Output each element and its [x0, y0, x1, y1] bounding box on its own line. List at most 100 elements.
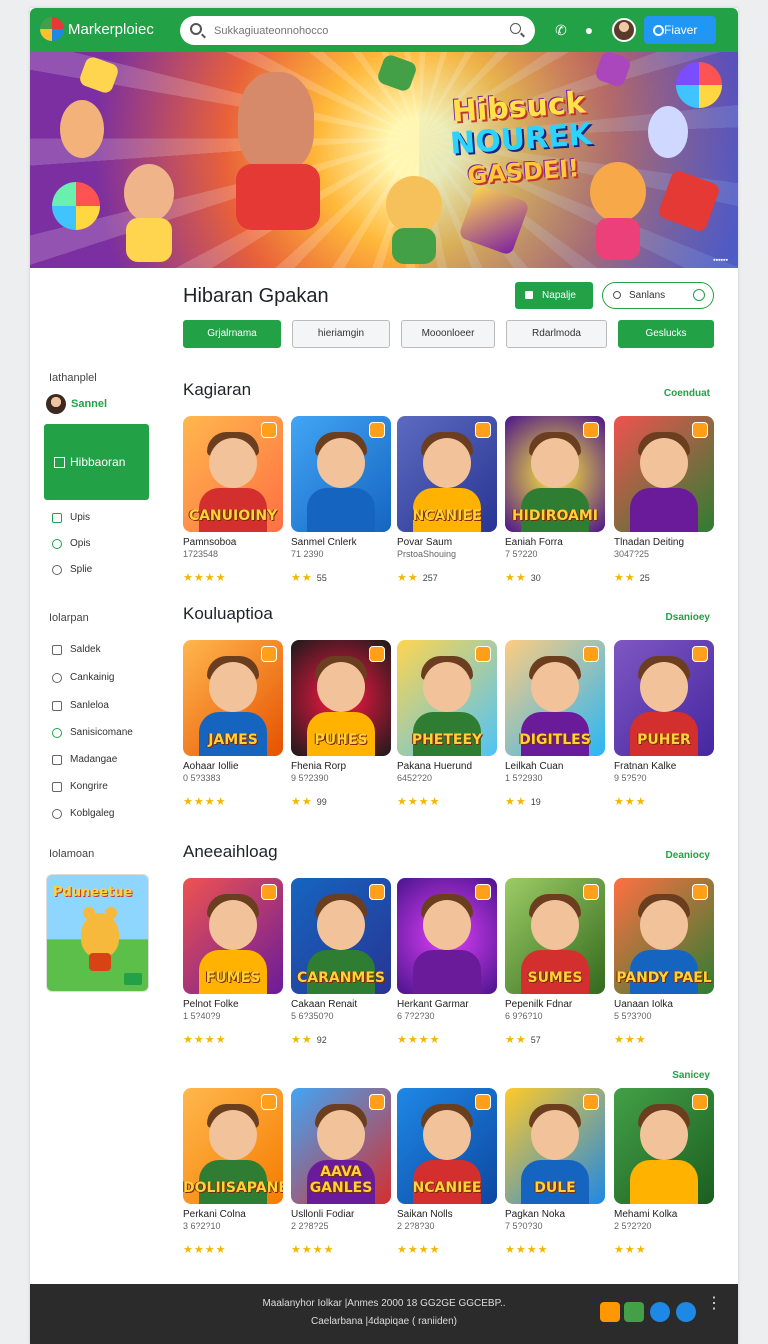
game-thumbnail[interactable] — [291, 416, 391, 532]
rating-stars: ★★★ — [614, 1244, 647, 1256]
sidebar-item-upis[interactable]: Upis — [50, 510, 90, 526]
game-title[interactable]: Tlnadan Deiting — [614, 537, 684, 548]
app-logo-icon[interactable] — [40, 17, 64, 41]
phone-icon[interactable]: ✆ — [552, 21, 570, 39]
game-thumbnail[interactable]: HIDIROAMI — [505, 416, 605, 532]
section-see-all-link[interactable]: Sanicey — [672, 1070, 710, 1081]
sidebar-item-cankainig[interactable]: Cankainig — [50, 670, 114, 686]
character-shirt — [307, 488, 375, 532]
game-title[interactable]: Pepenilk Fdnar — [505, 999, 572, 1010]
sidebar-promo-card[interactable]: Pduneetue — [46, 874, 149, 992]
character-face — [317, 1110, 365, 1160]
chip-rdarlmoda[interactable]: Rdarlmoda — [506, 320, 607, 348]
chat-icon[interactable]: ● — [580, 21, 598, 39]
game-thumbnail[interactable]: NCANIEE — [397, 1088, 497, 1204]
section-see-all-link[interactable]: Deaniocy — [666, 850, 710, 861]
game-meta: 7 5?220 — [505, 549, 538, 559]
game-thumbnail[interactable]: PUHES — [291, 640, 391, 756]
game-badge-icon — [475, 1094, 491, 1110]
chip-grjalrnama[interactable]: Grjalrnama — [183, 320, 281, 348]
game-rating: ★★★★ — [397, 1033, 444, 1046]
game-title[interactable]: Eaniah Forra — [505, 537, 563, 548]
game-thumbnail[interactable]: FUMES — [183, 878, 283, 994]
sidebar-item-madangae[interactable]: Madangae — [50, 752, 117, 768]
chip-hieriamgin[interactable]: hieriamgin — [292, 320, 390, 348]
game-thumbnail[interactable]: AAVA GANLES — [291, 1088, 391, 1204]
sidebar-item-label: Splie — [70, 564, 93, 575]
sidebar-item-active[interactable]: Hibbaoran — [44, 424, 149, 500]
game-thumbnail[interactable]: CARANMES — [291, 878, 391, 994]
more-menu-icon[interactable]: ⋮ — [706, 1296, 722, 1312]
game-thumbnail[interactable] — [397, 878, 497, 994]
game-thumbnail[interactable]: DULE — [505, 1088, 605, 1204]
game-rating: ★★★ — [614, 1243, 651, 1256]
game-title[interactable]: Uanaan Iolka — [614, 999, 673, 1010]
game-thumbnail[interactable]: CANUIOINY — [183, 416, 283, 532]
hero-banner[interactable]: Hibsuck NOUREK GASDEI! ▪▪▪▪▪▪ — [30, 52, 738, 268]
sidebar-item-kongrire[interactable]: Kongrire — [50, 779, 108, 795]
chip-mooonloeer[interactable]: Mooonloeer — [401, 320, 495, 348]
section-see-all-link[interactable]: Dsanioey — [666, 612, 710, 623]
character-face — [209, 1110, 257, 1160]
favorite-button[interactable]: Fiaver — [644, 16, 716, 44]
chip-geslucks[interactable]: Geslucks — [618, 320, 714, 348]
search-filter-button[interactable]: Sanlans — [602, 282, 714, 309]
game-thumbnail[interactable]: SUMES — [505, 878, 605, 994]
game-meta: 6452?20 — [397, 773, 433, 783]
game-thumbnail[interactable]: PANDY PAEL — [614, 878, 714, 994]
sidebar-item-sanisicomane[interactable]: Sanisicomane — [50, 725, 133, 741]
sidebar-user[interactable]: Sannel — [46, 394, 107, 414]
game-meta: 1 5?40?9 — [183, 1011, 221, 1021]
character-shirt — [630, 1160, 698, 1204]
napalje-button[interactable]: Napalje — [515, 282, 593, 309]
game-thumbnail[interactable]: JAMES — [183, 640, 283, 756]
brand-name[interactable]: Markerploiec — [68, 21, 154, 38]
game-title[interactable]: Herkant Garmar — [397, 999, 469, 1010]
game-title[interactable]: Mehami Kolka — [614, 1209, 677, 1220]
game-meta: 9 5?2390 — [291, 773, 329, 783]
sidebar-item-sanleloa[interactable]: Sanleloa — [50, 698, 109, 714]
section-see-all-link[interactable]: Coenduat — [664, 388, 710, 399]
game-title[interactable]: Fhenia Rorp — [291, 761, 346, 772]
sidebar-item-saldek[interactable]: Saldek — [50, 642, 101, 658]
user-avatar[interactable] — [612, 18, 636, 42]
game-thumbnail[interactable]: PUHER — [614, 640, 714, 756]
game-title[interactable]: Povar Saum — [397, 537, 452, 548]
game-thumbnail[interactable]: DIGITLES — [505, 640, 605, 756]
game-title[interactable]: Leilkah Cuan — [505, 761, 563, 772]
game-meta: 6 9?6?10 — [505, 1011, 543, 1021]
sidebar-item-opis[interactable]: Opis — [50, 536, 91, 552]
game-thumbnail[interactable] — [614, 1088, 714, 1204]
search-bar[interactable] — [180, 16, 535, 45]
search-submit-icon[interactable] — [510, 23, 521, 34]
game-title[interactable]: Saikan Nolls — [397, 1209, 453, 1220]
sidebar-item-splie[interactable]: Splie — [50, 562, 92, 578]
game-title[interactable]: Perkani Colna — [183, 1209, 246, 1220]
game-title[interactable]: Pamnsoboa — [183, 537, 236, 548]
twitter-icon[interactable] — [676, 1302, 696, 1322]
app-icon-s[interactable] — [624, 1302, 644, 1322]
game-rating: ★★★★ — [183, 795, 230, 808]
character-face — [317, 900, 365, 950]
game-thumbnail[interactable]: PHETEEY — [397, 640, 497, 756]
search-input[interactable] — [214, 21, 494, 40]
app-icon-a[interactable] — [600, 1302, 620, 1322]
game-thumbnail[interactable] — [614, 416, 714, 532]
game-title[interactable]: Sanmel Cnlerk — [291, 537, 357, 548]
game-title[interactable]: Aohaar Iollie — [183, 761, 239, 772]
game-title[interactable]: Usllonli Fodiar — [291, 1209, 354, 1220]
rating-stars: ★★★★ — [183, 1244, 227, 1256]
game-title[interactable]: Pagkan Noka — [505, 1209, 565, 1220]
game-meta: 7 5?0?30 — [505, 1221, 543, 1231]
rating-count: 19 — [530, 797, 541, 807]
game-title[interactable]: Fratnan Kalke — [614, 761, 676, 772]
game-thumbnail[interactable]: NCANIEE — [397, 416, 497, 532]
game-rating: ★★★★ — [183, 1033, 230, 1046]
sidebar-item-label: Koblgaleg — [70, 808, 115, 819]
game-title[interactable]: Pelnot Folke — [183, 999, 239, 1010]
game-thumbnail[interactable]: DOLIISAPANE — [183, 1088, 283, 1204]
game-title[interactable]: Pakana Huerund — [397, 761, 472, 772]
sidebar-item-koblgaleg[interactable]: Koblgaleg — [50, 806, 114, 822]
game-title[interactable]: Cakaan Renait — [291, 999, 357, 1010]
facebook-icon[interactable] — [650, 1302, 670, 1322]
